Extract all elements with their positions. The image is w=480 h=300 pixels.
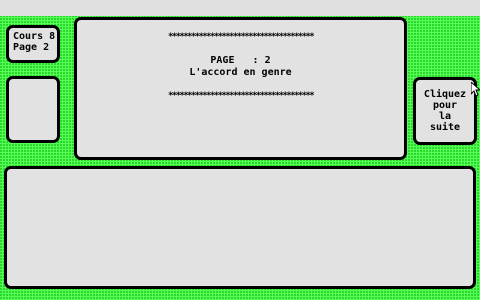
continue-label-line3: la xyxy=(438,111,452,122)
course-number: Cours 8 xyxy=(13,31,56,42)
continue-label-line2: pour xyxy=(432,100,458,111)
continue-button[interactable]: Cliquez pour la suite xyxy=(413,77,477,145)
continue-label-line1: Cliquez xyxy=(423,89,467,100)
mouse-pointer-icon xyxy=(471,82,480,97)
main-title-panel: ************************************** P… xyxy=(74,17,407,160)
text-content-panel xyxy=(4,166,476,289)
course-page-label: Cours 8 Page 2 xyxy=(6,25,60,63)
empty-side-box xyxy=(6,76,60,143)
page-number: Page 2 xyxy=(13,42,50,53)
continue-button-label: Cliquez pour la suite xyxy=(424,89,466,133)
page-indicator: PAGE : 2 xyxy=(210,55,271,66)
continue-label-line4: suite xyxy=(429,122,461,133)
stars-divider-bottom: ************************************** xyxy=(167,91,315,101)
top-bar xyxy=(0,0,480,16)
lesson-title: L'accord en genre xyxy=(189,67,292,78)
stars-divider-top: ************************************** xyxy=(167,32,315,42)
